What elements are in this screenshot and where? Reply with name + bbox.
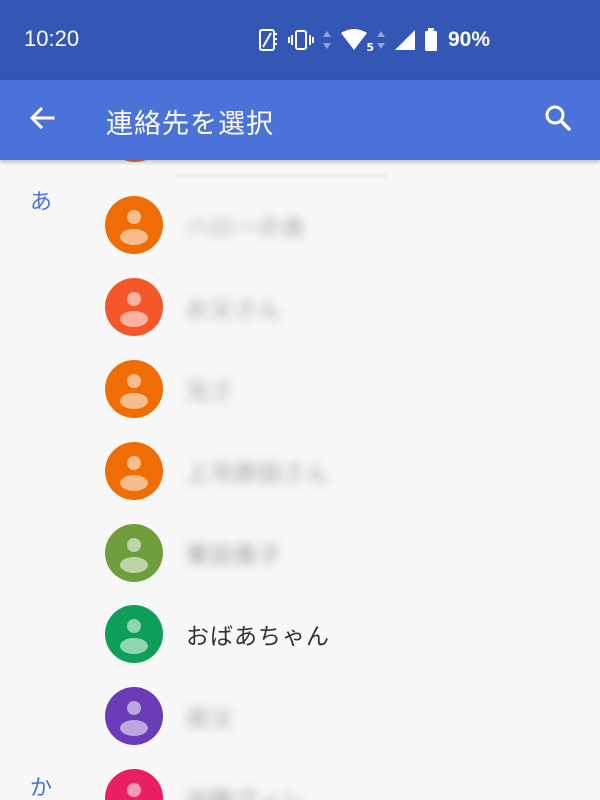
avatar (105, 278, 163, 336)
status-icons: 5 90% (258, 26, 490, 54)
contact-name: 加藤ヴィレ (186, 781, 306, 800)
person-icon (120, 374, 148, 409)
contact-name: 栗田貴子 (186, 543, 282, 569)
contact-name: お父さん (186, 297, 282, 323)
list-item[interactable]: ハローの会 (0, 184, 600, 266)
status-bar: 10:20 5 90% (0, 0, 600, 80)
list-item[interactable]: お父さん (0, 266, 600, 348)
network-label: 5 (366, 41, 374, 54)
data-arrows-icon (322, 29, 332, 51)
back-button[interactable] (22, 100, 62, 140)
person-icon (120, 619, 148, 654)
person-icon (127, 783, 141, 797)
contact-list[interactable]: あ ハローの会 お父さん 兄さ 上司原田さん 栗田貴子 おばあちゃん 叔父 か … (0, 160, 600, 800)
list-item[interactable]: 兄さ (0, 348, 600, 430)
contact-name: 叔父 (186, 706, 234, 732)
partial-avatar (120, 160, 150, 162)
avatar (105, 360, 163, 418)
contact-name: 兄さ (186, 379, 234, 405)
app-bar: 連絡先を選択 (0, 80, 600, 160)
person-icon (120, 701, 148, 736)
list-item[interactable]: 栗田貴子 (0, 512, 600, 594)
data-arrows-icon-2 (376, 29, 386, 51)
auto-rotate-icon (258, 28, 280, 52)
avatar (105, 769, 163, 800)
search-button[interactable] (538, 100, 578, 140)
contact-name: 上司原田さん (186, 461, 330, 487)
avatar (105, 687, 163, 745)
contact-name: おばあちゃん (186, 624, 330, 650)
battery-percent: 90% (448, 28, 491, 51)
page-title: 連絡先を選択 (106, 109, 274, 140)
list-item[interactable]: 加藤ヴィレ (0, 757, 600, 800)
avatar (105, 605, 163, 663)
list-item[interactable]: おばあちゃん (0, 593, 600, 675)
contact-name: ハローの会 (186, 215, 306, 241)
search-icon (544, 104, 572, 136)
arrow-back-icon (28, 104, 56, 136)
list-divider (176, 174, 388, 177)
avatar (105, 196, 163, 254)
wifi-icon: 5 (340, 28, 374, 54)
signal-icon (394, 29, 416, 51)
person-icon (120, 538, 148, 573)
avatar (105, 524, 163, 582)
person-icon (120, 456, 148, 491)
list-item[interactable]: 上司原田さん (0, 430, 600, 512)
status-time: 10:20 (24, 26, 80, 51)
vibrate-icon (288, 29, 314, 51)
battery-icon (424, 28, 438, 52)
avatar (105, 442, 163, 500)
list-item[interactable]: 叔父 (0, 675, 600, 757)
person-icon (120, 292, 148, 327)
person-icon (120, 210, 148, 245)
